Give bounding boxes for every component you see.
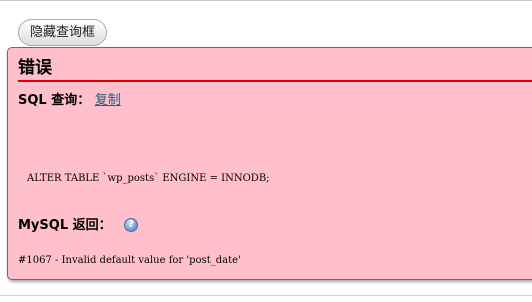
bottom-divider <box>0 295 532 296</box>
copy-link[interactable]: 复制 <box>95 93 121 108</box>
error-message: #1067 - Invalid default value for 'post_… <box>18 255 241 266</box>
mysql-return-row: MySQL 返回： ? <box>18 216 139 236</box>
error-panel: 错误 SQL 查询： 复制 ALTER TABLE `wp_posts` ENG… <box>7 47 532 280</box>
sql-query-row: SQL 查询： 复制 <box>18 92 121 110</box>
sql-query-label: SQL 查询： <box>18 93 91 108</box>
top-divider <box>0 0 532 1</box>
help-icon[interactable]: ? <box>124 217 139 232</box>
error-heading: 错误 <box>18 56 532 82</box>
mysql-return-label: MySQL 返回： <box>18 218 112 233</box>
hide-query-box-button[interactable]: 隐藏查询框 <box>18 19 107 46</box>
sql-code: ALTER TABLE `wp_posts` ENGINE = INNODB; <box>27 173 270 184</box>
